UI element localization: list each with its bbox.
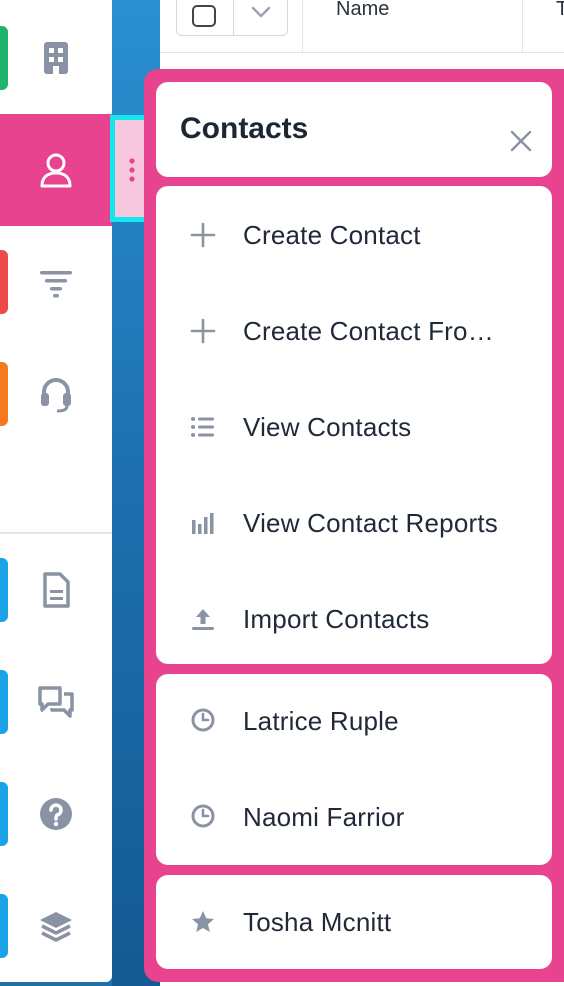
menu-item-label: Create Contact [243, 220, 421, 250]
plus-icon [190, 222, 216, 248]
menu-item-label: Create Contact Fro… [243, 316, 494, 346]
clock-icon [191, 804, 215, 828]
layers-icon [40, 912, 72, 942]
sidebar-accent [0, 670, 8, 734]
flyout-actions-card: Create Contact Create Contact Fro… View … [156, 186, 552, 664]
menu-item-view-contact-reports[interactable]: View Contact Reports [156, 474, 552, 570]
sidebar-accent [0, 250, 8, 314]
document-icon [43, 572, 70, 608]
sidebar-accent [0, 362, 8, 426]
favorite-item-tosha-mcnitt[interactable]: Tosha Mcnitt [156, 875, 552, 969]
sidebar-item-help[interactable] [0, 758, 112, 870]
sidebar-item-layers[interactable] [0, 870, 112, 982]
close-icon[interactable] [510, 130, 532, 152]
menu-item-create-contact-from[interactable]: Create Contact Fro… [156, 282, 552, 378]
bulk-select-dropdown[interactable] [234, 0, 287, 35]
contacts-flyout: Contacts Create Contact Create Contact F… [144, 69, 564, 982]
help-icon [40, 798, 72, 830]
chat-icon [38, 686, 74, 718]
menu-item-label: Naomi Farrior [243, 802, 405, 832]
menu-item-label: View Contacts [243, 412, 412, 442]
column-header-name[interactable]: Name [336, 0, 389, 21]
sidebar-item-contacts[interactable] [0, 114, 112, 226]
sidebar-accent [0, 894, 8, 958]
menu-item-view-contacts[interactable]: View Contacts [156, 378, 552, 474]
bar-chart-icon [192, 513, 214, 534]
headset-icon [41, 378, 71, 413]
list-icon [191, 417, 214, 437]
menu-item-import-contacts[interactable]: Import Contacts [156, 570, 552, 666]
sidebar-accent [0, 558, 8, 622]
sidebar-item-support[interactable] [0, 338, 112, 450]
bulk-select-group [176, 0, 288, 36]
menu-item-label: View Contact Reports [243, 508, 498, 538]
recent-item-naomi-farrior[interactable]: Naomi Farrior [156, 770, 552, 866]
building-icon [44, 42, 68, 74]
select-all-checkbox[interactable] [192, 5, 216, 27]
column-divider [302, 0, 303, 52]
sidebar-item-buildings[interactable] [0, 2, 112, 114]
menu-item-label: Import Contacts [243, 604, 430, 634]
clock-icon [191, 708, 215, 732]
menu-item-create-contact[interactable]: Create Contact [156, 186, 552, 282]
upload-icon [192, 609, 214, 630]
filter-icon [40, 271, 72, 298]
column-divider [522, 0, 523, 52]
column-header-t[interactable]: T [556, 0, 564, 21]
flyout-favorites-card: Tosha Mcnitt [156, 875, 552, 969]
kebab-vertical-icon [129, 158, 135, 182]
chevron-down-icon [251, 6, 271, 18]
sidebar-accent [0, 782, 8, 846]
plus-icon [190, 318, 216, 344]
person-icon [40, 153, 72, 188]
menu-item-label: Tosha Mcnitt [243, 907, 392, 937]
flyout-recent-card: Latrice Ruple Naomi Farrior [156, 674, 552, 865]
select-all-checkbox-wrap[interactable] [177, 0, 234, 35]
sidebar-accent [0, 26, 8, 90]
flyout-title: Contacts [180, 112, 309, 145]
menu-item-label: Latrice Ruple [243, 706, 399, 736]
table-header: Name T [160, 0, 564, 53]
star-icon [192, 911, 214, 932]
sidebar-item-pipeline[interactable] [0, 226, 112, 338]
sidebar-item-chat[interactable] [0, 646, 112, 758]
left-sidebar [0, 0, 112, 982]
sidebar-item-documents[interactable] [0, 534, 112, 646]
flyout-header: Contacts [156, 82, 552, 177]
recent-item-latrice-ruple[interactable]: Latrice Ruple [156, 674, 552, 770]
